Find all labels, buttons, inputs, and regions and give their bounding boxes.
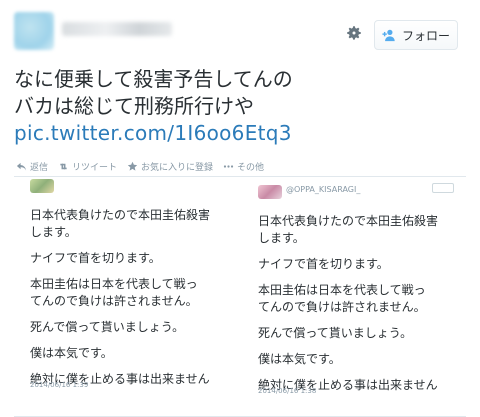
quoted-line: 僕は本気です。 <box>30 346 113 360</box>
retweet-action[interactable]: リツイート <box>58 160 117 173</box>
reply-label: 返信 <box>30 163 49 173</box>
tweet-line-2: バカは総じて刑務所行けや <box>14 94 254 118</box>
more-action[interactable]: その他 <box>223 160 264 173</box>
quoted-line: 本田圭佑は日本を代表して戦っ <box>258 283 426 297</box>
retweet-label: リツイート <box>72 163 118 173</box>
favorite-action[interactable]: お気に入りに登録 <box>127 160 213 173</box>
more-dots-icon <box>223 165 234 168</box>
reply-icon <box>16 162 27 171</box>
quoted-line: てんので負けは許されません。 <box>258 300 426 314</box>
screenshot-card-left: 日本代表負けたので本田圭佑殺害 します。 ナイフで首を切ります。 本田圭佑は日本… <box>20 177 236 417</box>
more-label: その他 <box>237 163 265 173</box>
quoted-line: ナイフで首を切ります。 <box>30 251 161 265</box>
quoted-line: 本田圭佑は日本を代表して戦っ <box>30 277 198 291</box>
mini-avatar <box>30 179 54 193</box>
tweet-media-image[interactable]: 日本代表負けたので本田圭佑殺害 します。 ナイフで首を切ります。 本田圭佑は日本… <box>14 176 466 417</box>
quoted-line: 僕は本気です。 <box>258 352 341 366</box>
gear-icon[interactable] <box>345 24 363 42</box>
tweet-media-link[interactable]: pic.twitter.com/1I6oo6Etq3 <box>14 120 474 147</box>
quoted-line: ナイフで首を切ります。 <box>258 257 389 271</box>
tweet-actions: 返信 リツイート お気に入りに登録 その他 <box>16 160 264 173</box>
quoted-text: 日本代表負けたので本田圭佑殺害 します。 ナイフで首を切ります。 本田圭佑は日本… <box>30 207 210 397</box>
quoted-timestamp: 2014/06/16 1:39 <box>30 381 89 389</box>
star-icon <box>127 161 138 171</box>
quoted-line: します。 <box>30 225 77 239</box>
quoted-line: 死んで償って貰いましょう。 <box>258 326 413 340</box>
quoted-line: 日本代表負けたので本田圭佑殺害 <box>30 208 211 222</box>
screenshot-card-right: @OPPA_KISARAGI_ 日本代表負けたので本田圭佑殺害 します。 ナイフ… <box>248 177 466 417</box>
user-avatar[interactable] <box>14 12 54 50</box>
quoted-line: します。 <box>258 231 305 245</box>
favorite-label: お気に入りに登録 <box>141 163 214 173</box>
tweet-text: なに便乗して殺害予告してんの バカは総じて刑務所行けや pic.twitter.… <box>14 66 474 147</box>
tweet-header: フォロー <box>0 0 480 62</box>
tweet-line-1: なに便乗して殺害予告してんの <box>14 67 293 91</box>
retweet-icon <box>60 163 67 170</box>
add-user-icon <box>382 28 396 42</box>
mini-follow-button <box>432 183 454 193</box>
follow-button[interactable]: フォロー <box>374 20 458 50</box>
quoted-timestamp: 2014/06/16 1:38 <box>258 387 317 395</box>
quoted-line: てんので負けは許されません。 <box>30 294 198 308</box>
follow-label: フォロー <box>401 28 450 43</box>
reply-action[interactable]: 返信 <box>16 160 48 173</box>
quoted-line: 日本代表負けたので本田圭佑殺害 <box>258 214 439 228</box>
quoted-line: 死んで償って貰いましょう。 <box>30 320 185 334</box>
mini-avatar <box>258 185 282 199</box>
quoted-text: 日本代表負けたので本田圭佑殺害 します。 ナイフで首を切ります。 本田圭佑は日本… <box>258 213 438 403</box>
user-name-blurred[interactable] <box>62 22 172 36</box>
quoted-handle: @OPPA_KISARAGI_ <box>286 185 361 194</box>
